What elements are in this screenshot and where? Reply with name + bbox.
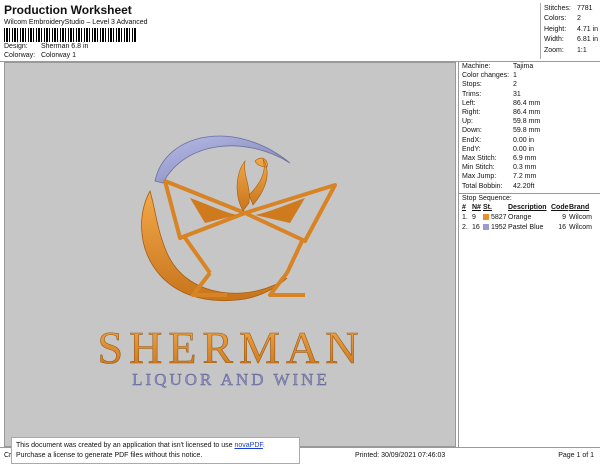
detail-row: Min Stitch: 0.3 mm: [462, 164, 537, 172]
design-preview: SHERMAN LIQUOR AND WINE: [4, 62, 456, 447]
sherman-logo: SHERMAN LIQUOR AND WINE: [97, 135, 365, 389]
table-row: 2. 16 1952 Pastel Blue 16 Wilcom: [462, 224, 592, 232]
detail-row: Trims: 31: [462, 90, 521, 98]
notice-line-1: This document was created by an applicat…: [16, 442, 265, 449]
detail-row: Up: 59.8 mm: [462, 118, 541, 126]
detail-row: Left: 86.4 mm: [462, 99, 541, 107]
page-number: Page 1 of 1: [558, 452, 594, 459]
detail-row: Max Stitch: 6.9 mm: [462, 154, 537, 162]
brand-name: SHERMAN: [98, 322, 365, 373]
design-label: Design:: [4, 43, 28, 50]
design-row: Design: Sherman 6.8 in: [4, 43, 88, 50]
splash: [236, 157, 268, 212]
detail-row: EndY: 0.00 in: [462, 145, 535, 153]
stat-row: Zoom: 1:1: [544, 46, 587, 54]
page-title: Production Worksheet: [4, 3, 132, 17]
machine-details-panel: Machine: Tajima Color changes: 1 Stops: 2 T…: [458, 62, 600, 447]
stop-table-header: # N# St. Description Code Brand: [462, 204, 590, 212]
license-notice: This document was created by an applicat…: [11, 437, 300, 464]
detail-row: Down: 59.8 mm: [462, 127, 541, 135]
stop-sequence-title: Stop Sequence:: [459, 192, 600, 203]
detail-row: Machine: Tajima: [462, 63, 534, 71]
color-swatch-orange: [483, 214, 489, 221]
detail-row: Color changes: 1: [462, 72, 517, 80]
detail-row: Max Jump: 7.2 mm: [462, 173, 537, 181]
stat-row: Height: 4.71 in: [544, 25, 599, 33]
worksheet-header: Production Worksheet Wilcom EmbroiderySt…: [0, 0, 600, 62]
printed-timestamp: Printed: 30/09/2021 07:46:03: [355, 452, 446, 459]
detail-row: Right: 86.4 mm: [462, 109, 541, 117]
design-value: Sherman 6.8 in: [40, 43, 89, 50]
right-glass: [243, 183, 337, 297]
brand-tagline: LIQUOR AND WINE: [132, 370, 330, 389]
color-swatch-blue: [483, 224, 489, 231]
detail-row: Total Bobbin: 42.20ft: [462, 182, 535, 190]
colorway-value: Colorway 1: [40, 52, 76, 59]
blue-crescent: [154, 135, 291, 184]
colorway-label: Colorway:: [4, 52, 36, 59]
colorway-row: Colorway: Colorway 1: [4, 52, 76, 59]
summary-stats: Stitches: 7781 Colors: 2 Height: 4.71 in Wi…: [540, 3, 600, 59]
stat-row: Stitches: 7781: [544, 4, 593, 12]
notice-line-2: Purchase a license to generate PDF files…: [16, 452, 203, 459]
stat-row: Width: 6.81 in: [544, 36, 599, 44]
app-subtitle: Wilcom EmbroideryStudio – Level 3 Advanc…: [4, 19, 148, 26]
table-row: 1. 9 5827 Orange 9 Wilcom: [462, 214, 592, 222]
stat-row: Colors: 2: [544, 15, 581, 23]
detail-row: Stops: 2: [462, 81, 517, 89]
detail-row: EndX: 0.00 in: [462, 136, 535, 144]
novapdf-link[interactable]: novaPDF: [234, 442, 262, 449]
barcode: [4, 28, 136, 42]
